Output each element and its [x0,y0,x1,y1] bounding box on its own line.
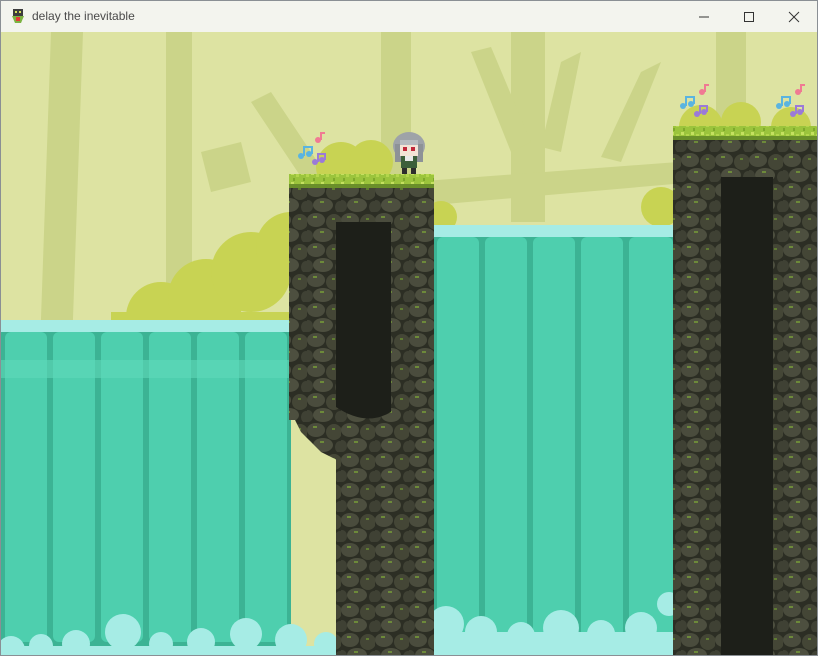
window-title: delay the inevitable [32,9,135,23]
minimize-button[interactable] [681,1,727,32]
game-window: delay the inevitable [0,0,818,656]
game-canvas[interactable] [1,32,817,655]
waterfall-left [1,320,291,655]
close-icon [788,11,800,22]
rock-pillar-right [673,126,817,655]
maximize-icon [744,11,754,22]
minimize-icon [699,16,709,17]
maximize-button[interactable] [726,1,772,32]
title-bar[interactable]: delay the inevitable [1,1,817,32]
game-logo-icon [12,9,24,23]
game-scene [1,32,817,655]
waterfall-middle [433,225,677,655]
close-button[interactable] [771,1,817,32]
